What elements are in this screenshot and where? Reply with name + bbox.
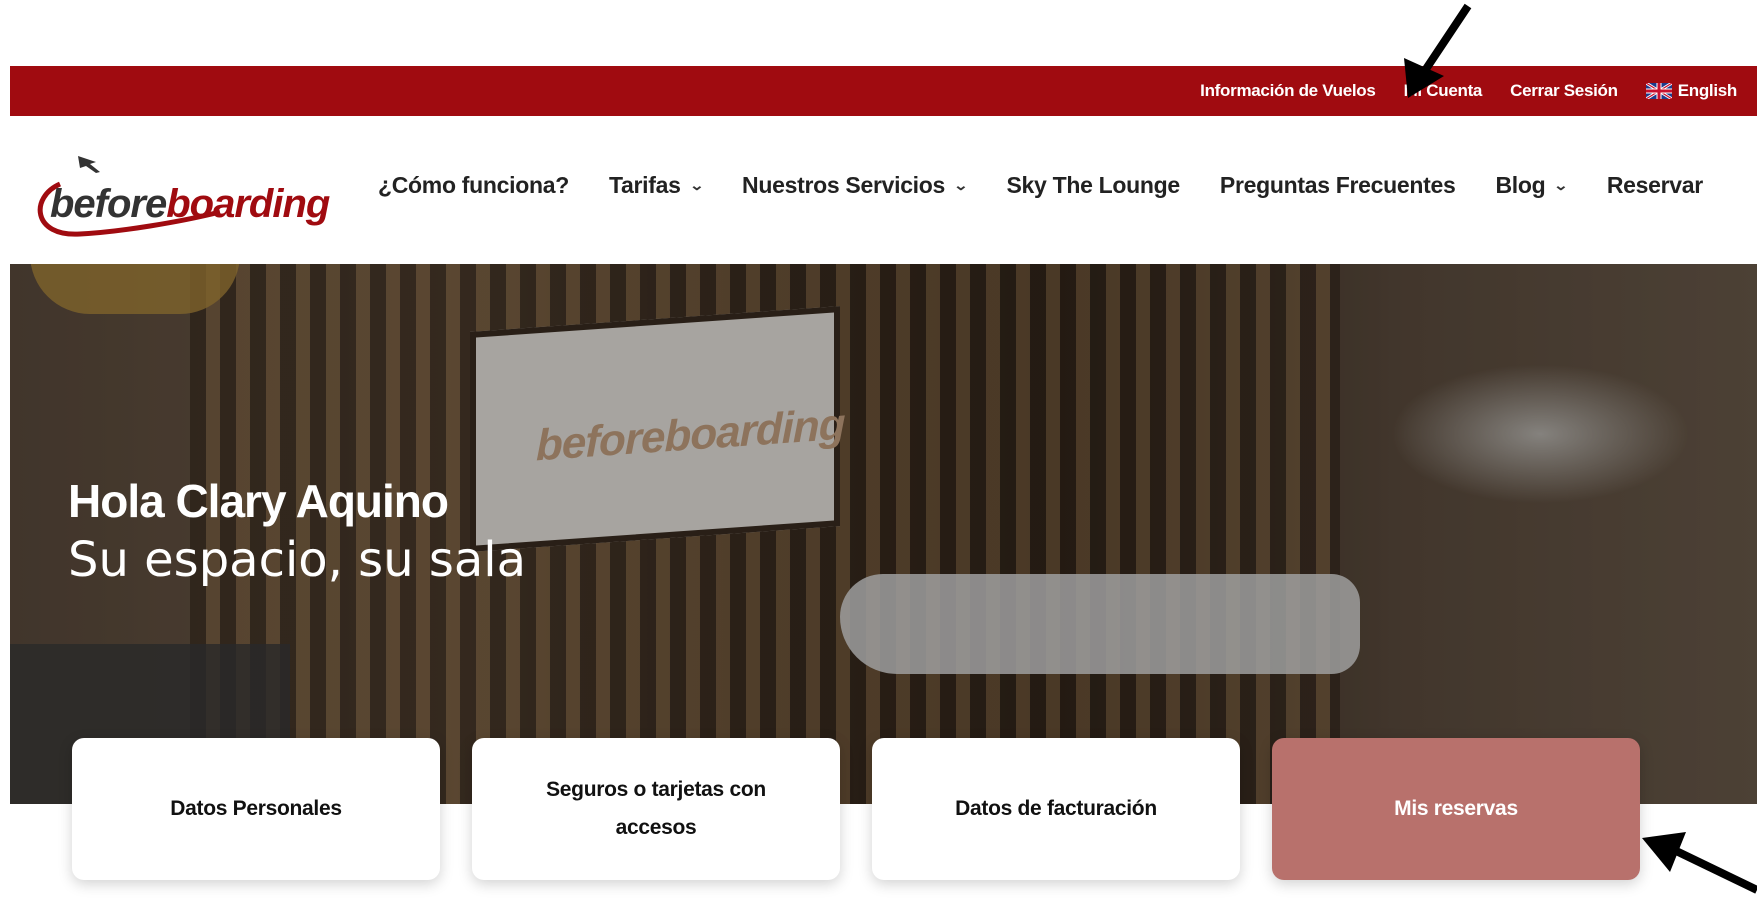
- annotation-arrow-icon: [1404, 3, 1472, 98]
- uk-flag-icon: [1645, 83, 1672, 99]
- card-personal-data[interactable]: Datos Personales: [72, 738, 440, 880]
- nav-label: Preguntas Frecuentes: [1219, 172, 1456, 198]
- hero-banner: beforeboarding Hola Clary Aquino Su espa…: [10, 264, 1757, 804]
- nav-item-faq[interactable]: Preguntas Frecuentes: [1220, 172, 1456, 199]
- hero-greeting: Hola Clary Aquino: [68, 475, 449, 527]
- annotation-arrow-icon: [1642, 832, 1757, 894]
- nav-label: Sky The Lounge: [1006, 172, 1180, 198]
- main-header: beforeboarding ¿Cómo funciona? Tarifas ⌄ …: [10, 116, 1757, 264]
- nav-item-servicios[interactable]: Nuestros Servicios ⌄: [742, 172, 969, 199]
- site-logo[interactable]: beforeboarding: [20, 142, 330, 242]
- nav-label: ¿Cómo funciona?: [378, 172, 569, 198]
- logo-text-boarding: boarding: [166, 182, 330, 226]
- logout-link[interactable]: Cerrar Sesión: [1510, 81, 1618, 101]
- language-label: English: [1677, 81, 1738, 100]
- nav-item-tarifas[interactable]: Tarifas ⌄: [608, 172, 704, 199]
- main-nav: ¿Cómo funciona? Tarifas ⌄ Nuestros Servic…: [378, 172, 1703, 199]
- flight-info-link[interactable]: Información de Vuelos: [1200, 81, 1376, 101]
- language-link[interactable]: English: [1645, 81, 1738, 101]
- card-my-bookings[interactable]: Mis reservas: [1272, 738, 1640, 880]
- card-insurance-access[interactable]: Seguros o tarjetas con accesos: [472, 738, 840, 880]
- logo-text: beforeboarding: [50, 182, 330, 227]
- nav-item-sky-the-lounge[interactable]: Sky The Lounge: [1006, 172, 1180, 199]
- chevron-down-icon: ⌄: [953, 177, 969, 193]
- top-bar: Información de Vuelos Mi Cuenta Cerrar S…: [10, 66, 1757, 116]
- nav-item-blog[interactable]: Blog ⌄: [1495, 172, 1569, 199]
- hero-subtitle: Su espacio, su sala: [68, 532, 527, 588]
- nav-label: Blog: [1495, 172, 1546, 198]
- card-billing-data[interactable]: Datos de facturación: [872, 738, 1240, 880]
- chevron-down-icon: ⌄: [688, 177, 704, 193]
- nav-label: Reservar: [1606, 172, 1703, 198]
- nav-item-reservar[interactable]: Reservar: [1607, 172, 1703, 199]
- chevron-down-icon: ⌄: [1553, 177, 1569, 193]
- logo-text-before: before: [50, 182, 167, 226]
- nav-label: Tarifas: [608, 172, 681, 198]
- nav-label: Nuestros Servicios: [742, 172, 946, 198]
- nav-item-how-it-works[interactable]: ¿Cómo funciona?: [378, 172, 569, 199]
